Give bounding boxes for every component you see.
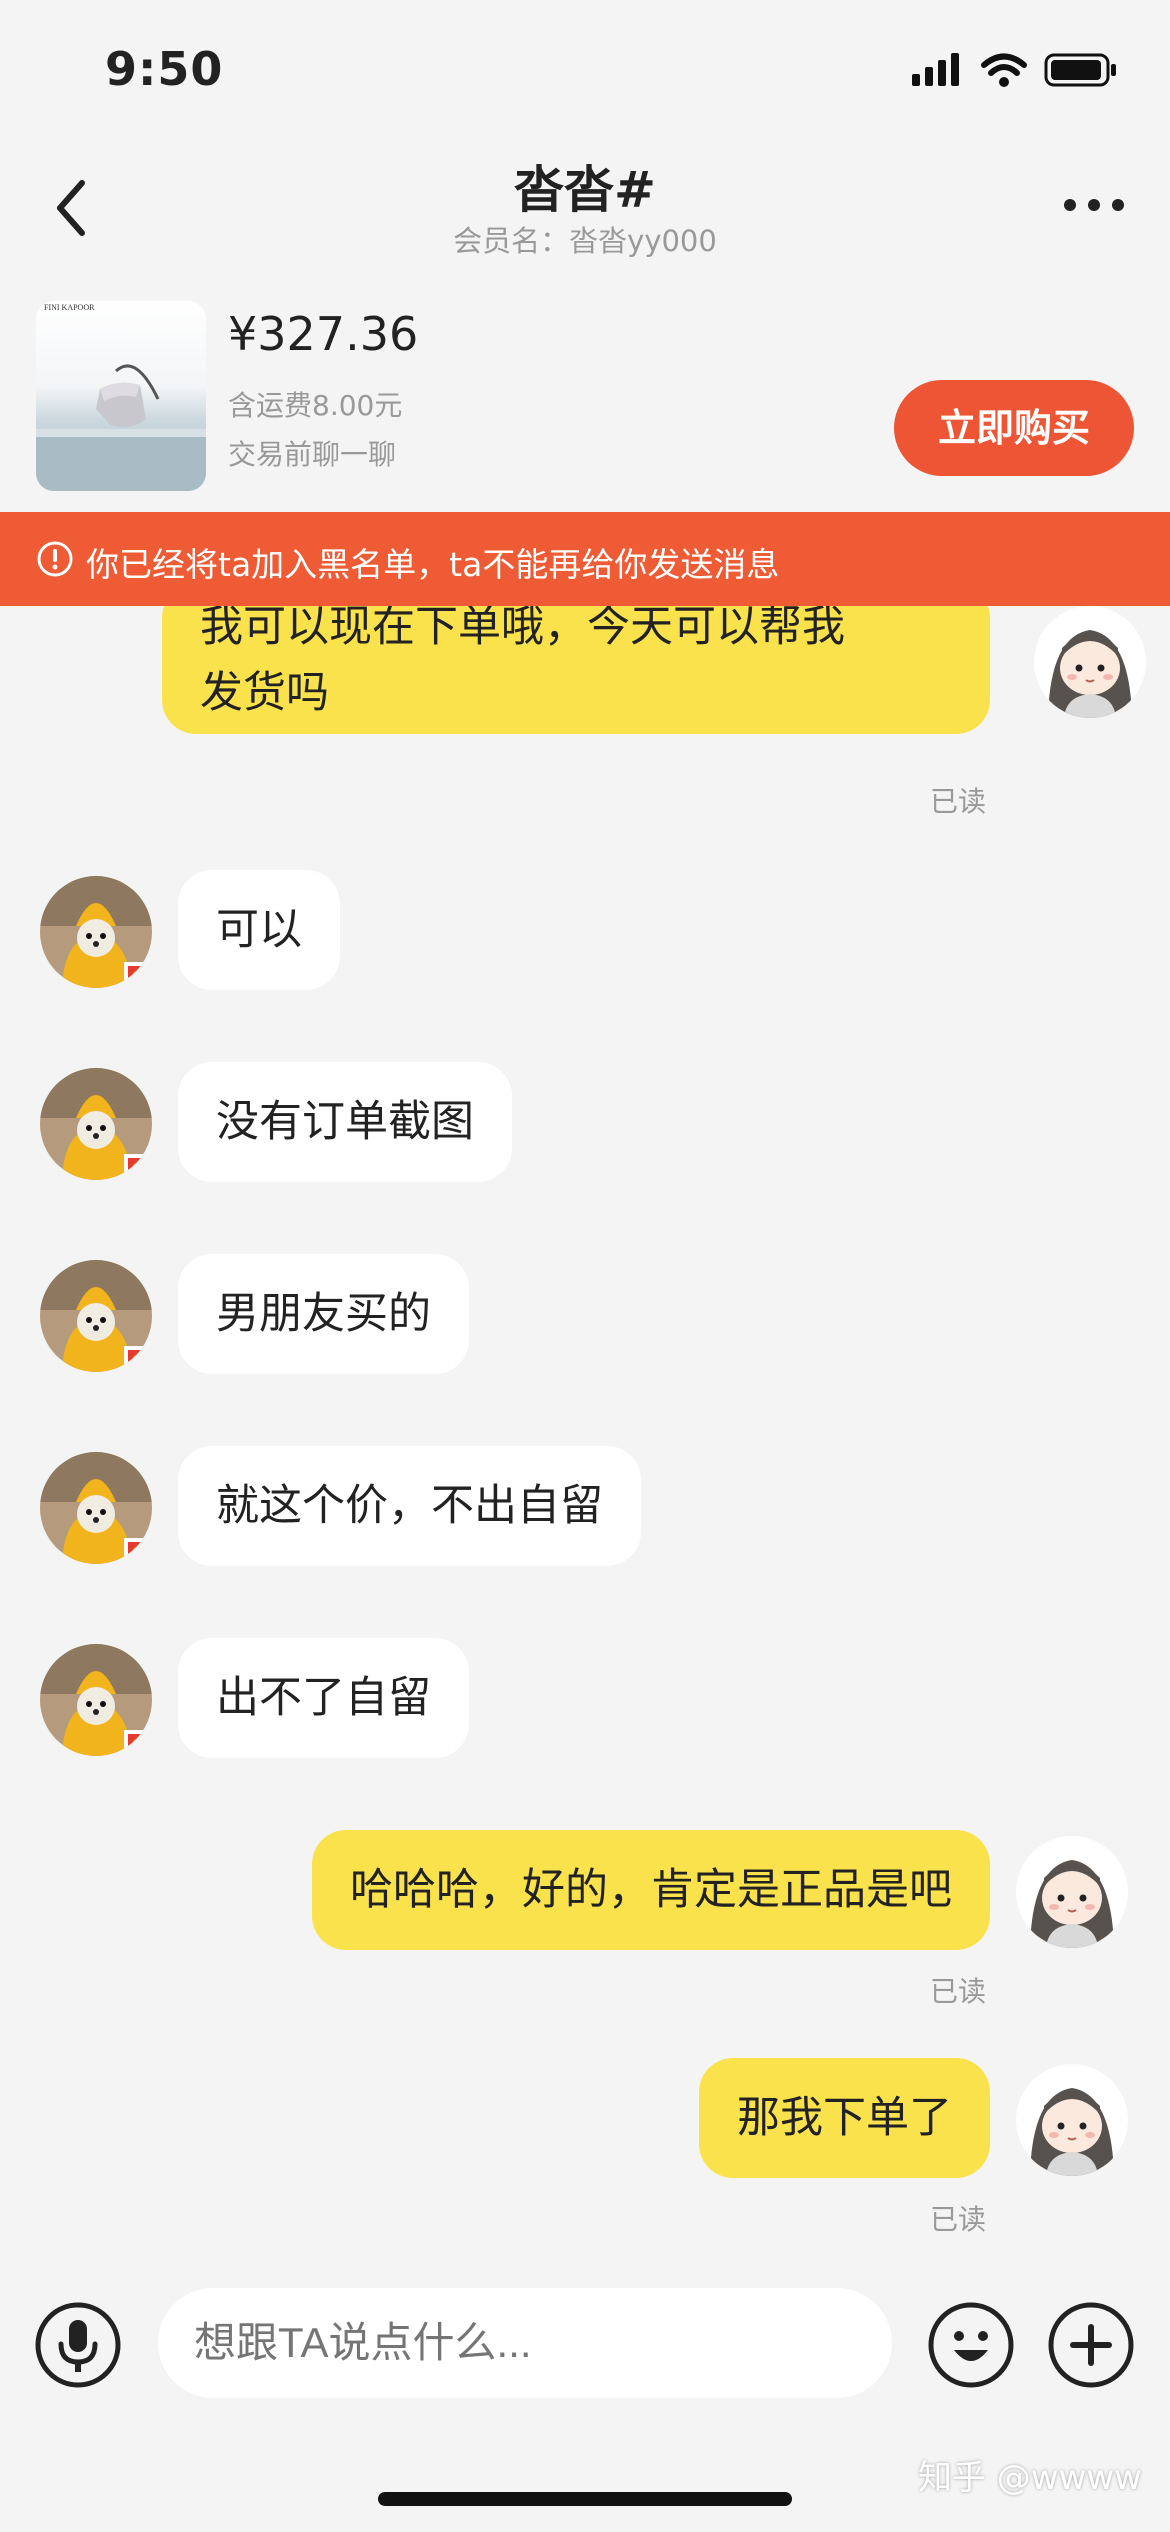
my-avatar[interactable] [1016,2064,1128,2176]
product-thumbnail[interactable]: FINI KAPOOR [36,301,206,491]
their-message-bubble[interactable]: 没有订单截图 [178,1062,512,1182]
freight-info: 含运费8.00元 [228,389,403,422]
blacklist-banner: 你已经将ta加入黑名单，ta不能再给你发送消息 [0,512,1170,606]
their-message-bubble[interactable]: 可以 [178,870,340,990]
my-message-bubble[interactable]: 我可以现在下单哦，今天可以帮我 发货吗 [162,606,990,734]
contact-avatar[interactable] [40,1068,152,1180]
cellular-signal-icon [912,53,959,86]
message-text-line: 我可以现在下单哦，今天可以帮我 [200,606,845,652]
read-receipt: 已读 [930,2203,987,2236]
warning-circle-icon [37,541,73,577]
status-icons [910,52,1118,88]
blacklist-message: 你已经将ta加入黑名单，ta不能再给你发送消息 [86,545,780,584]
my-message-bubble[interactable]: 那我下单了 [699,2058,990,2178]
watermark: 知乎 @wwww [917,2458,1142,2498]
read-receipt: 已读 [930,1975,987,2008]
buy-now-button[interactable]: 立即购买 [894,380,1134,476]
home-indicator[interactable] [378,2492,792,2506]
their-message-bubble[interactable]: 就这个价，不出自留 [178,1446,641,1566]
contact-avatar[interactable] [40,876,152,988]
their-message-bubble[interactable]: 出不了自留 [178,1638,469,1758]
status-bar: 9:50 [0,0,1170,140]
more-options-icon[interactable] [1062,195,1126,215]
chat-title: 沓沓# [514,161,656,219]
microphone-icon[interactable] [35,2302,121,2388]
product-card[interactable]: FINI KAPOOR ¥327.36 含运费8.00元 交易前聊一聊 立即购买 [0,285,1170,510]
my-avatar[interactable] [1034,606,1146,718]
contact-avatar[interactable] [40,1260,152,1372]
member-name: 会员名：沓沓yy000 [453,224,717,258]
status-time: 9:50 [105,42,224,96]
prechat-hint: 交易前聊一聊 [228,438,397,471]
contact-avatar[interactable] [40,1452,152,1564]
contact-avatar[interactable] [40,1644,152,1756]
message-text-line: 发货吗 [200,668,329,718]
handbag-image [36,364,206,491]
message-input[interactable] [158,2288,892,2398]
input-bar: 知乎 @wwww [0,2266,1170,2532]
wifi-icon [981,53,1027,87]
plus-icon[interactable] [1048,2302,1134,2388]
message-list[interactable]: 我可以现在下单哦，今天可以帮我 发货吗 已读 可以 没有订单截图 男朋友买的 就… [0,606,1170,2266]
their-message-bubble[interactable]: 男朋友买的 [178,1254,469,1374]
emoji-icon[interactable] [928,2302,1014,2388]
battery-icon [1044,53,1116,87]
my-avatar[interactable] [1016,1836,1128,1948]
read-receipt: 已读 [930,785,987,818]
my-message-bubble[interactable]: 哈哈哈，好的，肯定是正品是吧 [312,1830,990,1950]
chat-header: 沓沓# 会员名：沓沓yy000 [0,140,1170,280]
product-price: ¥327.36 [228,307,419,361]
